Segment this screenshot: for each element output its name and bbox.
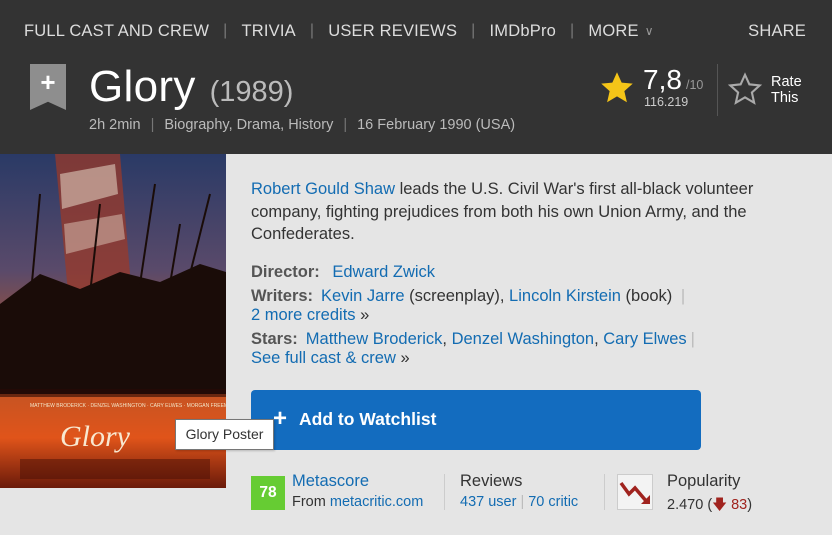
metascore-badge[interactable]: 78 xyxy=(251,476,285,510)
nav-more[interactable]: MORE ∨ xyxy=(588,22,653,41)
more-credits-link[interactable]: 2 more credits xyxy=(251,306,356,324)
metascore-info: Metascore From metacritic.com xyxy=(292,472,423,510)
rating-count[interactable]: 116.219 xyxy=(644,95,688,109)
full-cast-arrow: » xyxy=(400,349,410,367)
nav-separator: | xyxy=(309,22,315,39)
rate-this-button[interactable]: Rate This xyxy=(727,70,817,110)
subtext-separator: | xyxy=(343,117,348,133)
arrow-down-icon: 🡇 xyxy=(712,497,728,513)
director-credit: Director: Edward Zwick xyxy=(251,263,811,282)
popularity-values: 2.470 (🡇 83) xyxy=(667,497,753,513)
writer-link-1[interactable]: Kevin Jarre xyxy=(321,287,404,305)
stats-divider xyxy=(444,474,445,510)
subtext-separator: | xyxy=(150,117,155,133)
watchlist-label: Add to Watchlist xyxy=(299,409,437,429)
director-label: Director: xyxy=(251,263,320,281)
chevron-down-icon: ∨ xyxy=(644,24,654,39)
metascore-link[interactable]: Metascore xyxy=(292,472,369,490)
metascore-from: From xyxy=(292,494,330,510)
reviews-label: Reviews xyxy=(460,472,523,490)
poster-tooltip: Glory Poster xyxy=(175,419,274,450)
more-arrow: » xyxy=(360,306,370,324)
star-link-2[interactable]: Denzel Washington xyxy=(452,330,594,348)
user-reviews-link[interactable]: 437 user xyxy=(460,494,516,510)
add-to-watchlist-ribbon[interactable]: + xyxy=(30,64,66,110)
metascore-source: From metacritic.com xyxy=(292,494,423,510)
rating-max: /10 xyxy=(686,78,704,92)
reviews-separator: | xyxy=(520,494,525,510)
imdb-rating: 7,8 /10 116.219 xyxy=(599,64,715,116)
reviews-info: Reviews 437 user | 70 critic xyxy=(460,472,578,510)
writer-role-1: (screenplay), xyxy=(404,287,510,305)
title-row: Glory (1989) xyxy=(89,62,293,112)
popularity-change: 83 xyxy=(731,497,748,513)
stars-label: Stars: xyxy=(251,330,298,348)
star-link-3[interactable]: Cary Elwes xyxy=(603,330,686,348)
writers-label: Writers: xyxy=(251,287,314,305)
nav-user-reviews[interactable]: USER REVIEWS xyxy=(328,22,457,41)
page-title: Glory xyxy=(89,62,196,111)
genres[interactable]: Biography, Drama, History xyxy=(164,117,333,133)
nav-share[interactable]: SHARE xyxy=(748,22,806,41)
title-subtext: 2h 2min | Biography, Drama, History | 16… xyxy=(89,117,515,133)
title-year[interactable]: (1989) xyxy=(210,76,294,109)
popularity-info: Popularity 2.470 (🡇 83) xyxy=(667,472,752,519)
add-to-watchlist-button[interactable]: + Add to Watchlist xyxy=(251,390,701,450)
reviews-links: 437 user | 70 critic xyxy=(460,494,578,510)
credit-separator: | xyxy=(680,287,686,305)
title-reviews-bar: 78 Metascore From metacritic.com Reviews… xyxy=(251,470,811,514)
summary-text: Robert Gould Shaw leads the U.S. Civil W… xyxy=(251,178,811,246)
writers-credit: Writers: Kevin Jarre (screenplay), Lincol… xyxy=(251,287,811,325)
credits-section: Director: Edward Zwick Writers: Kevin Jar… xyxy=(251,263,811,373)
rate-this-label: Rate This xyxy=(771,74,802,106)
credit-separator: | xyxy=(690,330,695,348)
top-nav: FULL CAST AND CREW | TRIVIA | USER REVIE… xyxy=(24,18,806,44)
plot-summary: Robert Gould Shaw leads the U.S. Civil W… xyxy=(251,178,811,246)
svg-text:MATTHEW BRODERICK · DENZEL WAS: MATTHEW BRODERICK · DENZEL WASHINGTON · … xyxy=(30,403,226,409)
full-cast-link[interactable]: See full cast & crew xyxy=(251,349,396,367)
nav-separator: | xyxy=(223,22,228,39)
nav-imdbpro[interactable]: IMDbPro xyxy=(490,22,557,41)
rating-value: 7,8 xyxy=(643,64,682,95)
plus-icon: + xyxy=(273,405,288,432)
title-header: FULL CAST AND CREW | TRIVIA | USER REVIE… xyxy=(0,0,832,154)
star-link-1[interactable]: Matthew Broderick xyxy=(306,330,443,348)
star-icon xyxy=(601,72,633,103)
critic-reviews-link[interactable]: 70 critic xyxy=(528,494,578,510)
director-link[interactable]: Edward Zwick xyxy=(332,263,435,281)
nav-more-label: MORE xyxy=(588,21,639,40)
writer-role-2: (book) xyxy=(620,287,677,305)
nav-full-cast[interactable]: FULL CAST AND CREW xyxy=(24,22,209,41)
stars-credit: Stars: Matthew Broderick, Denzel Washingt… xyxy=(251,330,695,367)
summary-link-character[interactable]: Robert Gould Shaw xyxy=(251,180,395,198)
runtime: 2h 2min xyxy=(89,117,141,133)
nav-separator: | xyxy=(570,22,575,39)
popularity-rank: 2.470 xyxy=(667,497,704,513)
plus-icon: + xyxy=(40,67,56,97)
star-outline-icon xyxy=(727,72,763,105)
writer-link-2[interactable]: Lincoln Kirstein xyxy=(509,287,621,305)
popularity-label: Popularity xyxy=(667,472,741,490)
stats-divider xyxy=(604,474,605,510)
metacritic-link[interactable]: metacritic.com xyxy=(330,494,423,510)
nav-separator: | xyxy=(471,22,476,39)
poster-title: Glory xyxy=(60,420,131,453)
rating-divider xyxy=(717,64,718,116)
nav-trivia[interactable]: TRIVIA xyxy=(242,22,296,41)
popularity-trend-icon xyxy=(617,474,653,510)
release-date[interactable]: 16 February 1990 (USA) xyxy=(357,117,515,133)
